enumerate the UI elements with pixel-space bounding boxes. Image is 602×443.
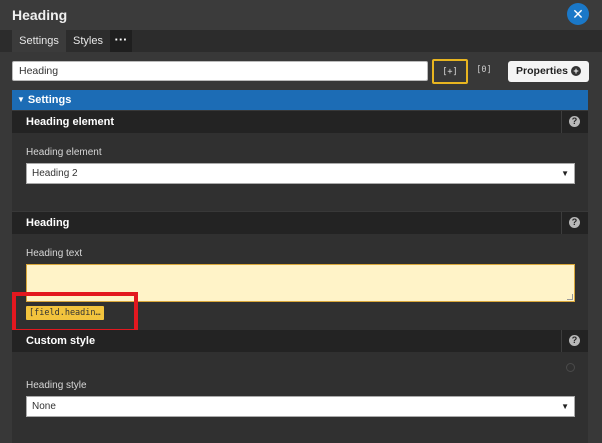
help-icon[interactable]: ? (569, 335, 580, 346)
help-cell: ? (561, 111, 588, 133)
section-header-custom-style: Custom style ? (12, 330, 588, 352)
heading-style-label: Heading style (26, 380, 87, 391)
heading-element-select[interactable]: Heading 2 ▼ (26, 163, 575, 184)
plus-circle-icon: + (570, 66, 581, 77)
caret-down-icon: ▼ (17, 95, 25, 104)
tab-more-menu-icon[interactable]: ··· (110, 30, 132, 52)
properties-button[interactable]: Properties + (508, 61, 589, 82)
section-header-heading-element: Heading element ? (12, 111, 588, 133)
dialog-titlebar (0, 0, 602, 30)
close-icon[interactable]: ✕ (567, 3, 589, 25)
settings-collapse-bar[interactable]: ▼ Settings (12, 90, 588, 110)
chevron-down-icon: ▼ (561, 402, 569, 411)
help-cell: ? (561, 212, 588, 234)
annotation-highlight-box (12, 292, 138, 333)
heading-element-select-value: Heading 2 (32, 168, 78, 179)
radio-icon[interactable] (566, 363, 575, 372)
properties-button-label: Properties (516, 65, 568, 77)
heading-style-select-value: None (32, 401, 56, 412)
heading-style-select[interactable]: None ▼ (26, 396, 575, 417)
resize-handle[interactable] (567, 294, 573, 300)
dynamic-field-button[interactable]: [+] (432, 59, 468, 84)
section-header-heading: Heading ? (12, 212, 588, 234)
chevron-down-icon: ▼ (561, 169, 569, 178)
dialog-title: Heading (12, 7, 68, 23)
heading-element-label: Heading element (26, 147, 102, 158)
section-title: Heading (26, 217, 70, 229)
help-icon[interactable]: ? (569, 116, 580, 127)
dynamic-value-button[interactable]: [0] (466, 59, 502, 84)
section-title: Heading element (26, 116, 115, 128)
tab-styles[interactable]: Styles (66, 30, 110, 52)
heading-text-label: Heading text (26, 248, 83, 259)
section-title: Custom style (26, 335, 96, 347)
settings-bar-label: Settings (27, 94, 72, 106)
help-cell: ? (561, 330, 588, 352)
element-name-input[interactable] (12, 61, 428, 81)
tab-settings[interactable]: Settings (12, 30, 66, 52)
help-icon[interactable]: ? (569, 217, 580, 228)
